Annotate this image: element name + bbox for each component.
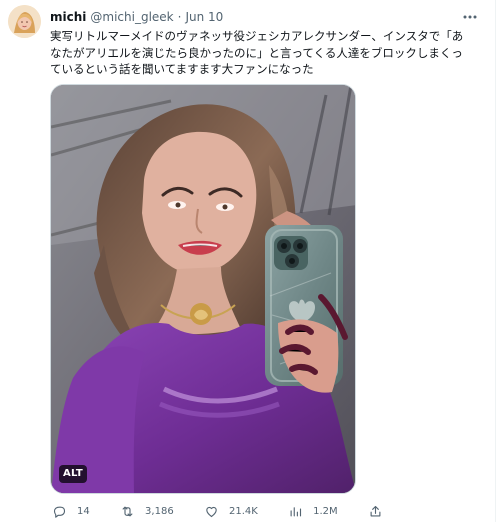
header-separator: · <box>177 10 182 24</box>
more-options-button[interactable] <box>461 8 479 26</box>
avatar[interactable] <box>8 5 41 38</box>
heart-icon <box>206 506 217 517</box>
tweet-header: michi @michi_gleek · Jun 10 <box>50 8 461 26</box>
tweet-actions: 14 3,186 21.4K 1.2M <box>52 502 402 520</box>
tweet-date[interactable]: Jun 10 <box>185 10 223 24</box>
share-icon <box>370 505 381 516</box>
author-display-name[interactable]: michi <box>50 10 86 24</box>
analytics-icon <box>290 506 302 516</box>
avatar-image <box>8 5 41 38</box>
retweet-button[interactable]: 3,186 <box>120 504 174 519</box>
more-horizontal-icon <box>463 15 477 19</box>
reply-count: 14 <box>77 505 90 517</box>
retweet-icon <box>122 506 133 516</box>
tweet[interactable]: michi @michi_gleek · Jun 10 実写リトルマーメイドのヴ… <box>0 0 496 522</box>
alt-badge[interactable]: ALT <box>59 465 87 483</box>
tweet-image[interactable]: ALT <box>50 84 356 494</box>
share-button[interactable] <box>368 504 402 519</box>
reply-icon <box>53 506 66 518</box>
tweet-text: 実写リトルマーメイドのヴァネッサ役ジェシカアレクサンダー、インスタで「あなたがア… <box>50 29 464 76</box>
like-count: 21.4K <box>229 505 258 517</box>
like-button[interactable]: 21.4K <box>204 504 258 519</box>
selfie-photo <box>51 85 355 493</box>
views-count: 1.2M <box>313 505 338 517</box>
reply-button[interactable]: 14 <box>52 504 90 519</box>
views-button[interactable]: 1.2M <box>288 504 338 519</box>
author-handle[interactable]: @michi_gleek <box>90 10 173 24</box>
retweet-count: 3,186 <box>145 505 174 517</box>
